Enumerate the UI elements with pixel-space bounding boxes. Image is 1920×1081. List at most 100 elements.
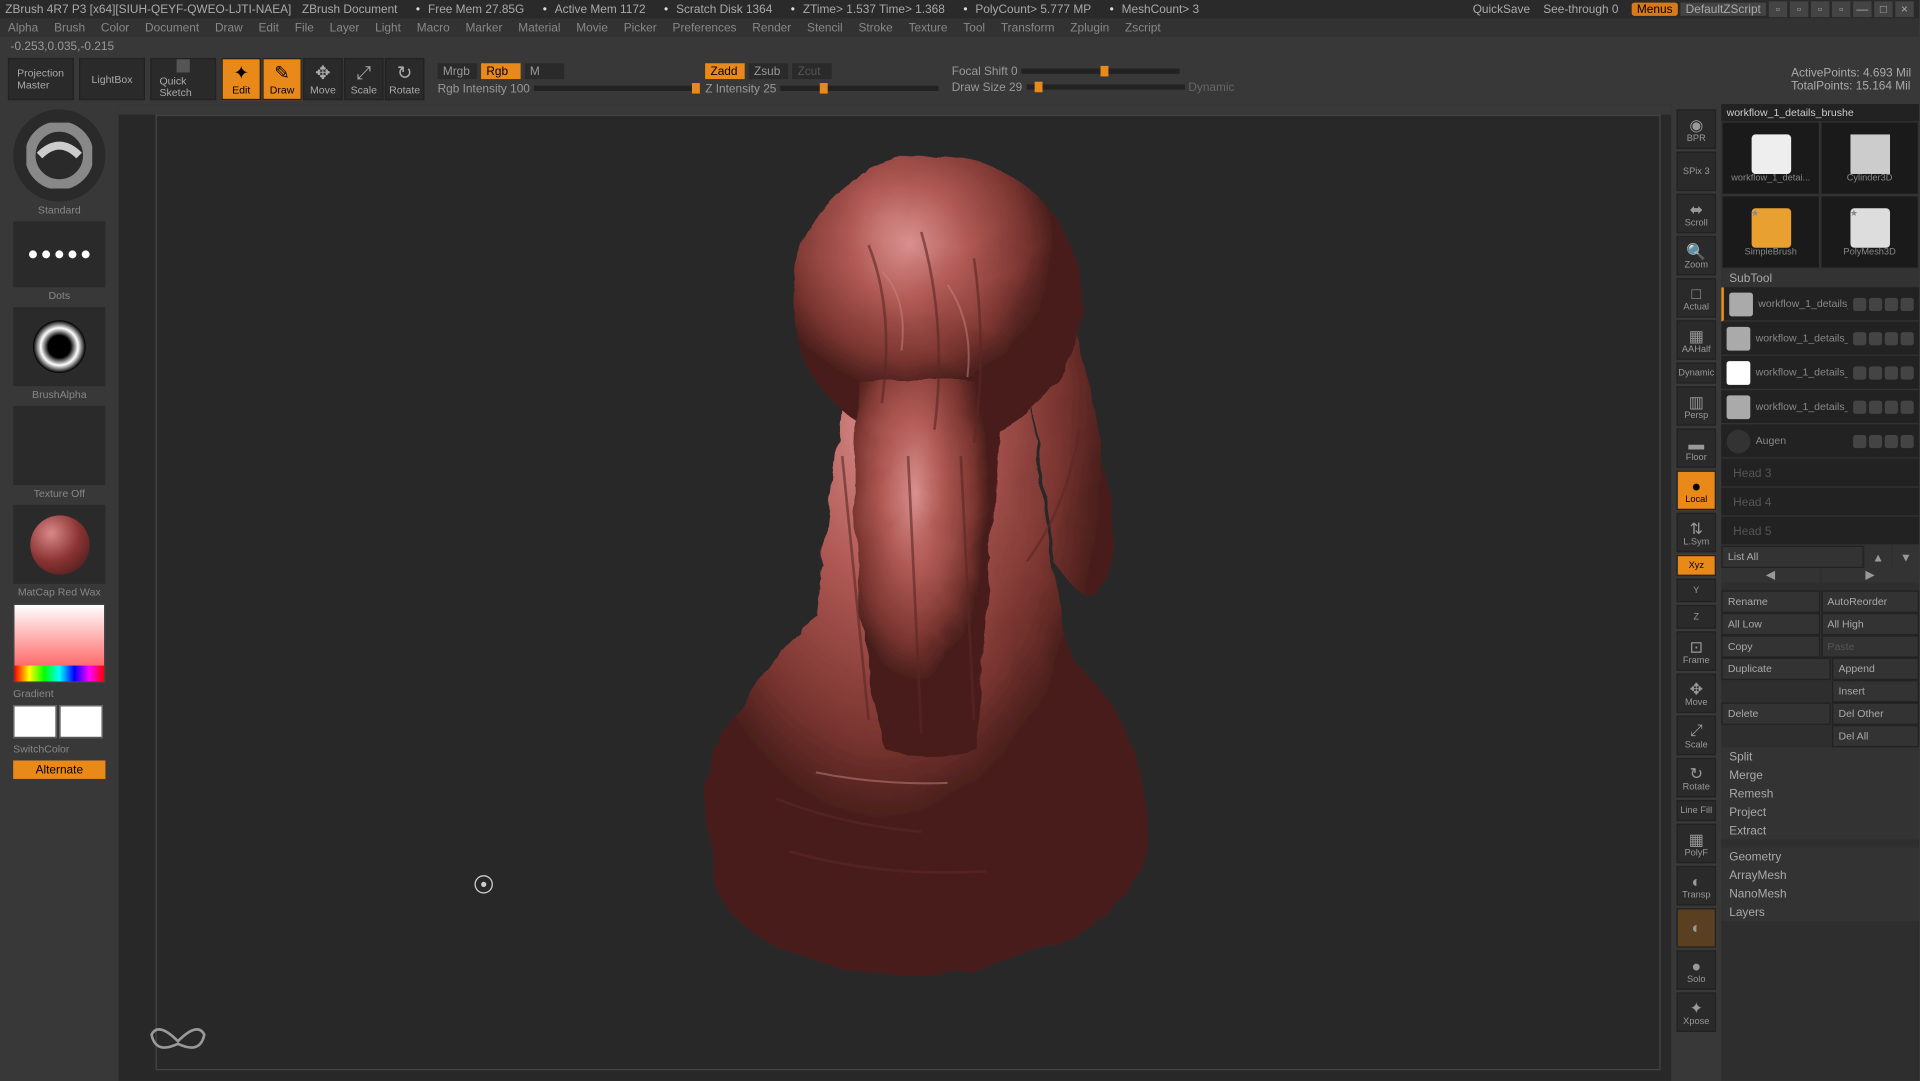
menu-stencil[interactable]: Stencil xyxy=(807,21,843,34)
menu-light[interactable]: Light xyxy=(375,21,401,34)
subtool-row[interactable]: workflow_1_details_brushes xyxy=(1721,390,1919,424)
canvas[interactable] xyxy=(119,104,1672,1081)
delother-button[interactable]: Del Other xyxy=(1832,702,1919,724)
alpha-selector[interactable] xyxy=(13,307,105,386)
nanomesh-header[interactable]: NanoMesh xyxy=(1721,884,1919,902)
menus-button[interactable]: Menus xyxy=(1632,3,1678,16)
quicksave-button[interactable]: QuickSave xyxy=(1473,3,1530,16)
subtool-row[interactable]: workflow_1_details_brushes xyxy=(1721,322,1919,356)
scroll-button[interactable]: ⬌Scroll xyxy=(1676,194,1716,234)
subtool-header[interactable]: SubTool xyxy=(1721,269,1919,287)
close-button[interactable]: × xyxy=(1895,1,1913,17)
sculpt-mesh[interactable] xyxy=(579,113,1212,1036)
append-button[interactable]: Append xyxy=(1832,658,1919,680)
actual-button[interactable]: □Actual xyxy=(1676,278,1716,318)
menu-macro[interactable]: Macro xyxy=(417,21,450,34)
extract-header[interactable]: Extract xyxy=(1721,821,1919,839)
m-button[interactable]: M xyxy=(525,63,565,79)
menu-layer[interactable]: Layer xyxy=(330,21,360,34)
menu-stroke[interactable]: Stroke xyxy=(858,21,892,34)
copy-button[interactable]: Copy xyxy=(1721,635,1819,657)
maximize-button[interactable]: □ xyxy=(1874,1,1892,17)
spix-button[interactable]: SPix 3 xyxy=(1676,152,1716,192)
projection-master-button[interactable]: Projection Master xyxy=(8,58,74,100)
menu-tool[interactable]: Tool xyxy=(963,21,985,34)
menu-zplugin[interactable]: Zplugin xyxy=(1070,21,1109,34)
polyf-button[interactable]: ▦PolyF xyxy=(1676,824,1716,864)
nav-rotate-button[interactable]: ↻Rotate xyxy=(1676,758,1716,798)
nav-scale-button[interactable]: ⤢Scale xyxy=(1676,716,1716,756)
seethrough[interactable]: See-through 0 xyxy=(1543,3,1618,16)
window-btn-1[interactable]: ▫ xyxy=(1769,1,1787,17)
floor-button[interactable]: ▬Floor xyxy=(1676,428,1716,468)
z-intensity-slider[interactable] xyxy=(780,86,938,91)
ghost-button[interactable]: ◐ xyxy=(1676,908,1716,948)
bpr-button[interactable]: ◉BPR xyxy=(1676,109,1716,149)
brush-selector[interactable] xyxy=(13,109,105,201)
transp-button[interactable]: ◐Transp xyxy=(1676,866,1716,906)
defaultscript-button[interactable]: DefaultZScript xyxy=(1680,3,1766,16)
draw-size-slider[interactable] xyxy=(1026,84,1184,89)
material-selector[interactable] xyxy=(13,505,105,584)
local-button[interactable]: ●Local xyxy=(1676,471,1716,511)
move-button[interactable]: ✥Move xyxy=(303,58,343,100)
alternate-button[interactable]: Alternate xyxy=(13,760,105,778)
menu-brush[interactable]: Brush xyxy=(54,21,85,34)
remesh-header[interactable]: Remesh xyxy=(1721,784,1919,802)
window-btn-2[interactable]: ▫ xyxy=(1790,1,1808,17)
subtool-down-button[interactable]: ▼ xyxy=(1893,546,1919,568)
project-header[interactable]: Project xyxy=(1721,803,1919,821)
tool-tile-4[interactable]: ★PolyMesh3D xyxy=(1820,195,1919,269)
arraymesh-header[interactable]: ArrayMesh xyxy=(1721,866,1919,884)
switchcolor-button[interactable]: SwitchColor xyxy=(13,743,105,755)
duplicate-button[interactable]: Duplicate xyxy=(1721,658,1830,680)
persp-button[interactable]: ▥Persp xyxy=(1676,386,1716,426)
nav-move-button[interactable]: ✥Move xyxy=(1676,673,1716,713)
autoreorder-button[interactable]: AutoReorder xyxy=(1821,590,1919,612)
zsub-button[interactable]: Zsub xyxy=(749,63,789,79)
tool-tile-3[interactable]: ★SimpleBrush xyxy=(1721,195,1820,269)
delall-button[interactable]: Del All xyxy=(1832,725,1919,747)
tool-tile-2[interactable]: Cylinder3D xyxy=(1820,121,1919,195)
menu-material[interactable]: Material xyxy=(518,21,560,34)
subtool-row[interactable]: workflow_1_details_brushes2 xyxy=(1721,356,1919,390)
menu-zscript[interactable]: Zscript xyxy=(1125,21,1161,34)
color-picker[interactable] xyxy=(13,604,105,683)
menu-marker[interactable]: Marker xyxy=(466,21,503,34)
menu-edit[interactable]: Edit xyxy=(258,21,278,34)
xpose-button[interactable]: ✦Xpose xyxy=(1676,992,1716,1032)
scale-button[interactable]: ⤢Scale xyxy=(344,58,384,100)
rotate-button[interactable]: ↻Rotate xyxy=(385,58,425,100)
gradient-label[interactable]: Gradient xyxy=(13,688,105,700)
tool-name[interactable]: workflow_1_details_brushe xyxy=(1721,104,1919,121)
zadd-button[interactable]: Zadd xyxy=(705,63,745,79)
split-header[interactable]: Split xyxy=(1721,747,1919,765)
menu-color[interactable]: Color xyxy=(101,21,129,34)
minimize-button[interactable]: — xyxy=(1853,1,1871,17)
lightbox-button[interactable]: LightBox xyxy=(79,58,145,100)
texture-selector[interactable] xyxy=(13,406,105,485)
solo-button[interactable]: ●Solo xyxy=(1676,950,1716,990)
menu-render[interactable]: Render xyxy=(752,21,791,34)
rgb-button[interactable]: Rgb xyxy=(481,63,521,79)
list-all-button[interactable]: List All xyxy=(1721,546,1863,568)
stroke-selector[interactable] xyxy=(13,221,105,287)
subtool-row[interactable]: Augen xyxy=(1721,424,1919,458)
zcut-button[interactable]: Zcut xyxy=(792,63,832,79)
rgb-intensity-slider[interactable] xyxy=(534,86,692,91)
window-btn-3[interactable]: ▫ xyxy=(1811,1,1829,17)
geometry-header[interactable]: Geometry xyxy=(1721,847,1919,865)
paste-button[interactable]: Paste xyxy=(1821,635,1919,657)
menu-draw[interactable]: Draw xyxy=(215,21,243,34)
mrgb-button[interactable]: Mrgb xyxy=(438,63,478,79)
insert-button[interactable]: Insert xyxy=(1832,680,1919,702)
lsym-button[interactable]: ⇅L.Sym xyxy=(1676,513,1716,553)
menu-preferences[interactable]: Preferences xyxy=(673,21,737,34)
alllow-button[interactable]: All Low xyxy=(1721,613,1819,635)
focal-shift-slider[interactable] xyxy=(1022,69,1180,74)
aahalf-button[interactable]: ▦AAHalf xyxy=(1676,320,1716,360)
color-swatch-main[interactable] xyxy=(13,705,56,738)
quicksketch-button[interactable]: Quick Sketch xyxy=(150,58,216,100)
draw-button[interactable]: ✎Draw xyxy=(262,58,302,100)
axis-z-button[interactable]: Z xyxy=(1676,605,1716,629)
